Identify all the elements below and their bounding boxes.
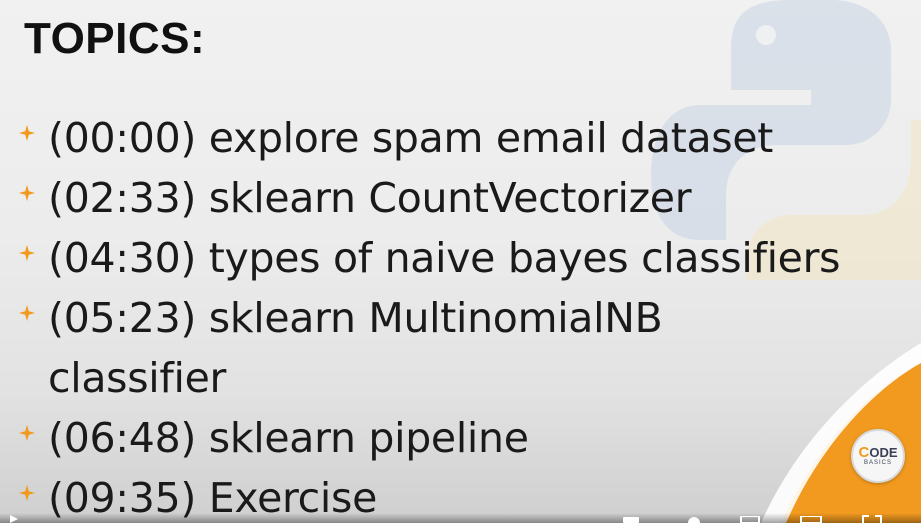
list-item: (05:23) sklearn MultinomialNB classifier: [18, 288, 898, 408]
topic-timestamp: (04:30): [48, 234, 197, 282]
logo-subtitle: BASICS: [863, 460, 892, 466]
subtitles-icon[interactable]: [622, 517, 640, 523]
topic-timestamp: (00:00): [48, 114, 197, 162]
miniplayer-icon[interactable]: [740, 516, 760, 523]
theater-mode-icon[interactable]: [800, 516, 822, 523]
logo-letter-c: C: [858, 444, 870, 461]
four-point-star-icon: [18, 408, 48, 442]
video-player-controls[interactable]: [0, 513, 921, 523]
codebasics-logo: C ODE BASICS: [851, 429, 905, 483]
fullscreen-icon[interactable]: [862, 515, 882, 523]
topic-timestamp: (06:48): [48, 414, 197, 462]
four-point-star-icon: [18, 468, 48, 502]
topic-label: types of naive bayes classifiers: [208, 234, 841, 282]
settings-gear-icon[interactable]: [686, 515, 702, 523]
logo-letters: ODE: [869, 445, 898, 460]
list-item: (00:00) explore spam email dataset: [18, 108, 898, 168]
four-point-star-icon: [18, 108, 48, 142]
topic-timestamp: (05:23): [48, 294, 197, 342]
slide-title: TOPICS:: [24, 14, 206, 63]
list-item: (04:30) types of naive bayes classifiers: [18, 228, 898, 288]
four-point-star-icon: [18, 168, 48, 202]
list-item: (06:48) sklearn pipeline: [18, 408, 898, 468]
four-point-star-icon: [18, 228, 48, 262]
play-icon[interactable]: [8, 515, 22, 523]
topic-timestamp: (02:33): [48, 174, 197, 222]
four-point-star-icon: [18, 288, 48, 322]
topics-list: (00:00) explore spam email dataset (02:3…: [18, 108, 898, 523]
list-item: (02:33) sklearn CountVectorizer: [18, 168, 898, 228]
topic-label: sklearn CountVectorizer: [208, 174, 692, 222]
topic-label: explore spam email dataset: [208, 114, 774, 162]
video-slide: TOPICS: (00:00) explore spam email datas…: [0, 0, 921, 523]
topic-label: sklearn pipeline: [208, 414, 529, 462]
